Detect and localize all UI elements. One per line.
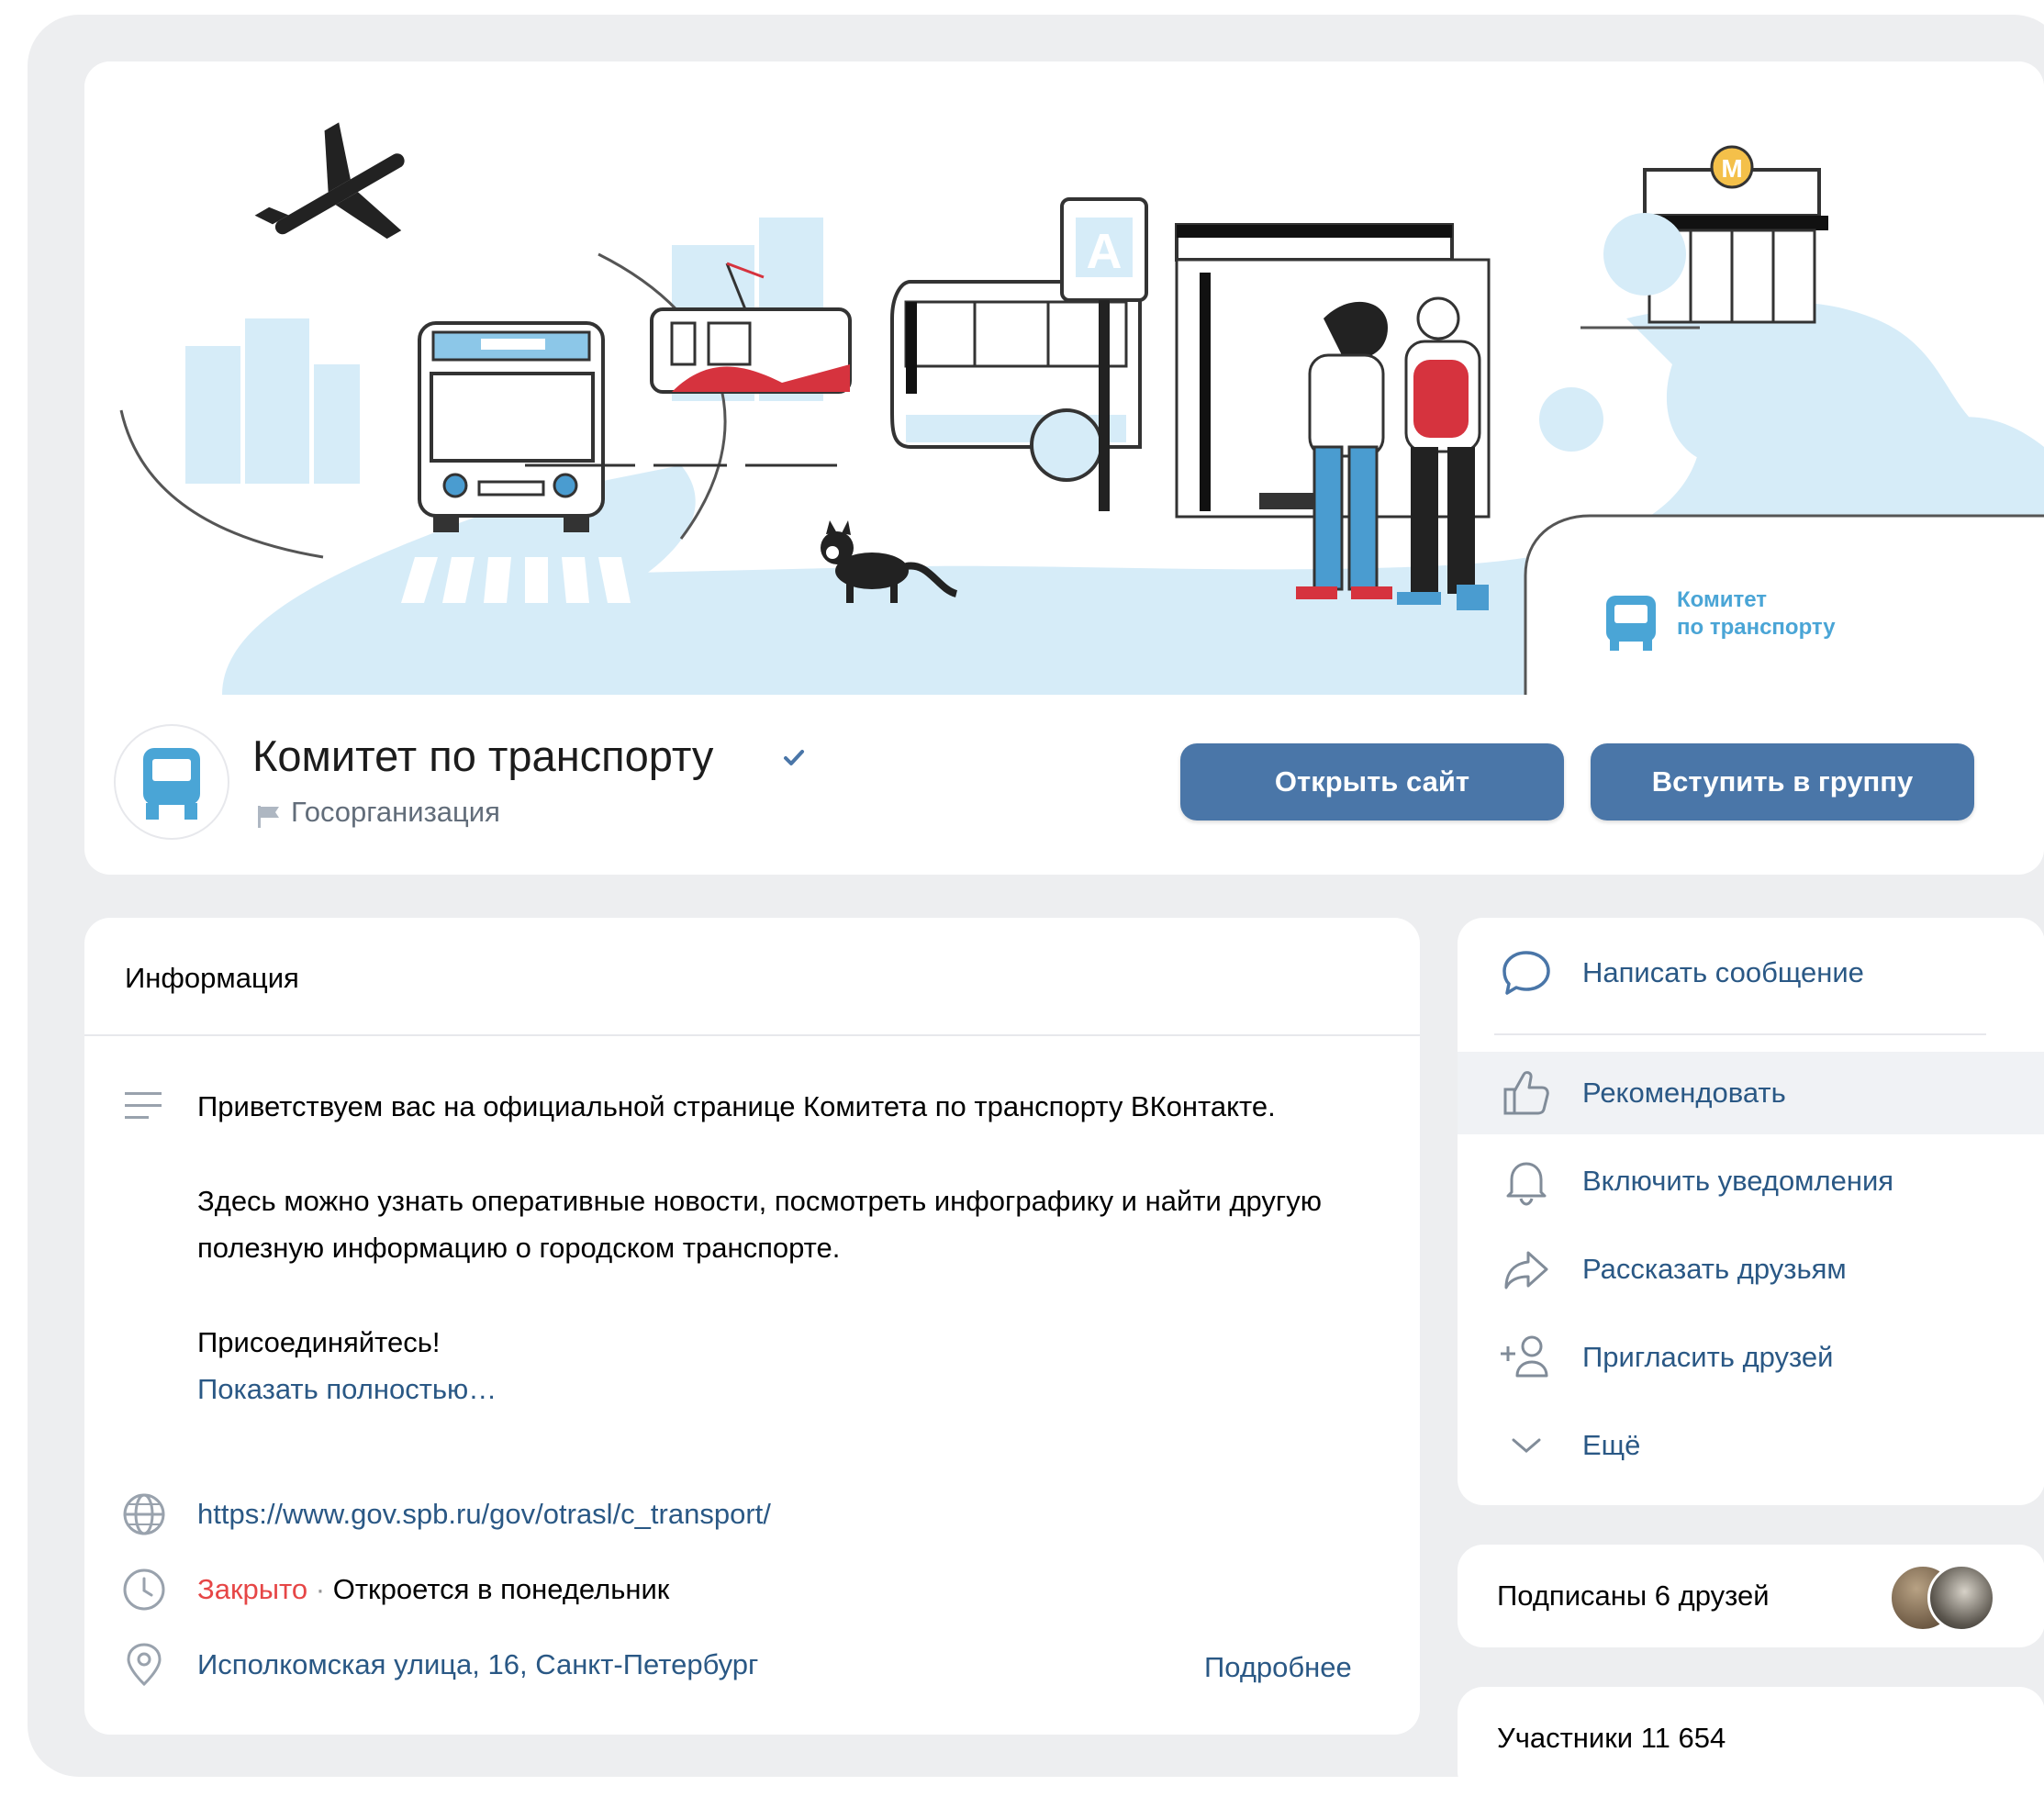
more-details-link[interactable]: Подробнее — [1204, 1651, 1352, 1684]
svg-text:A: A — [1087, 224, 1123, 279]
description: Приветствуем вас на официальной странице… — [197, 1083, 1391, 1412]
join-group-button[interactable]: Вступить в группу — [1591, 743, 1974, 820]
description-paragraph: Присоединяйтесь! — [197, 1326, 441, 1358]
website-row: https://www.gov.spb.ru/gov/otrasl/c_tran… — [121, 1491, 771, 1537]
action-label: Включить уведомления — [1582, 1165, 1894, 1197]
group-avatar[interactable] — [114, 724, 229, 840]
action-share[interactable]: Рассказать друзьям — [1458, 1228, 2044, 1311]
info-title: Информация — [125, 962, 299, 994]
description-paragraph: Здесь можно узнать оперативные новости, … — [197, 1185, 1322, 1264]
action-label: Рассказать друзьям — [1582, 1253, 1847, 1285]
status-separator: · — [315, 1573, 326, 1605]
action-more[interactable]: Ещё — [1458, 1404, 2044, 1487]
globe-icon — [123, 1493, 165, 1535]
cover-logo-line2: по транспорту — [1677, 615, 1836, 640]
friends-subscribed-label: Подписаны 6 друзей — [1497, 1579, 1770, 1612]
message-icon — [1502, 951, 1550, 995]
schedule-status[interactable]: Закрыто · Откроется в понедельник — [197, 1573, 669, 1606]
flag-icon — [258, 806, 279, 828]
cover-image: A M Комитет по транспорту — [84, 61, 2044, 695]
action-label: Пригласить друзей — [1582, 1341, 1834, 1373]
schedule-row: Закрыто · Откроется в понедельник — [121, 1567, 669, 1613]
members-card[interactable]: Участники 11 654 — [1458, 1687, 2044, 1797]
friend-avatar — [1927, 1564, 1995, 1632]
divider — [84, 1034, 1420, 1036]
address-text[interactable]: Исполкомская улица, 16, Санкт-Петербург — [197, 1648, 758, 1681]
action-write-message[interactable]: Написать сообщение — [1458, 932, 2044, 1014]
location-pin-icon — [127, 1643, 162, 1687]
website-link[interactable]: https://www.gov.spb.ru/gov/otrasl/c_tran… — [197, 1498, 771, 1531]
clock-icon — [123, 1568, 165, 1611]
info-card: Информация Приветствуем вас на официальн… — [84, 918, 1420, 1735]
action-notifications[interactable]: Включить уведомления — [1458, 1140, 2044, 1222]
description-icon — [125, 1092, 162, 1119]
actions-card: Написать сообщение Рекомендовать Включит… — [1458, 918, 2044, 1505]
group-name: Комитет по транспорту — [252, 731, 714, 780]
description-paragraph: Приветствуем вас на официальной странице… — [197, 1090, 1276, 1122]
group-header: A M Комитет по транспорту Комитет по тра… — [84, 61, 2044, 875]
divider — [1494, 1033, 1986, 1035]
action-recommend[interactable]: Рекомендовать — [1458, 1052, 2044, 1134]
bell-icon — [1506, 1162, 1547, 1206]
svg-text:M: M — [1721, 154, 1742, 183]
bus-logo-icon — [143, 748, 200, 820]
action-invite-friends[interactable]: Пригласить друзей — [1458, 1316, 2044, 1399]
action-label: Рекомендовать — [1582, 1077, 1786, 1109]
group-type: Госорганизация — [291, 796, 500, 828]
action-label: Написать сообщение — [1582, 956, 1864, 988]
verified-icon — [784, 750, 804, 765]
status-opens: Откроется в понедельник — [332, 1573, 670, 1605]
action-label: Ещё — [1582, 1429, 1641, 1461]
share-icon — [1504, 1251, 1548, 1289]
friends-card[interactable]: Подписаны 6 друзей — [1458, 1545, 2044, 1647]
show-more-link[interactable]: Показать полностью… — [197, 1373, 497, 1405]
bus-front — [418, 321, 605, 532]
cover-logo-line1: Комитет — [1677, 587, 1767, 612]
chevron-down-icon — [1512, 1438, 1541, 1453]
add-user-icon — [1501, 1335, 1548, 1378]
open-site-button[interactable]: Открыть сайт — [1180, 743, 1564, 820]
thumbs-up-icon — [1503, 1071, 1549, 1115]
status-closed: Закрыто — [197, 1573, 308, 1605]
address-row: Исполкомская улица, 16, Санкт-Петербург — [121, 1642, 758, 1688]
members-label: Участники 11 654 — [1497, 1722, 1726, 1754]
